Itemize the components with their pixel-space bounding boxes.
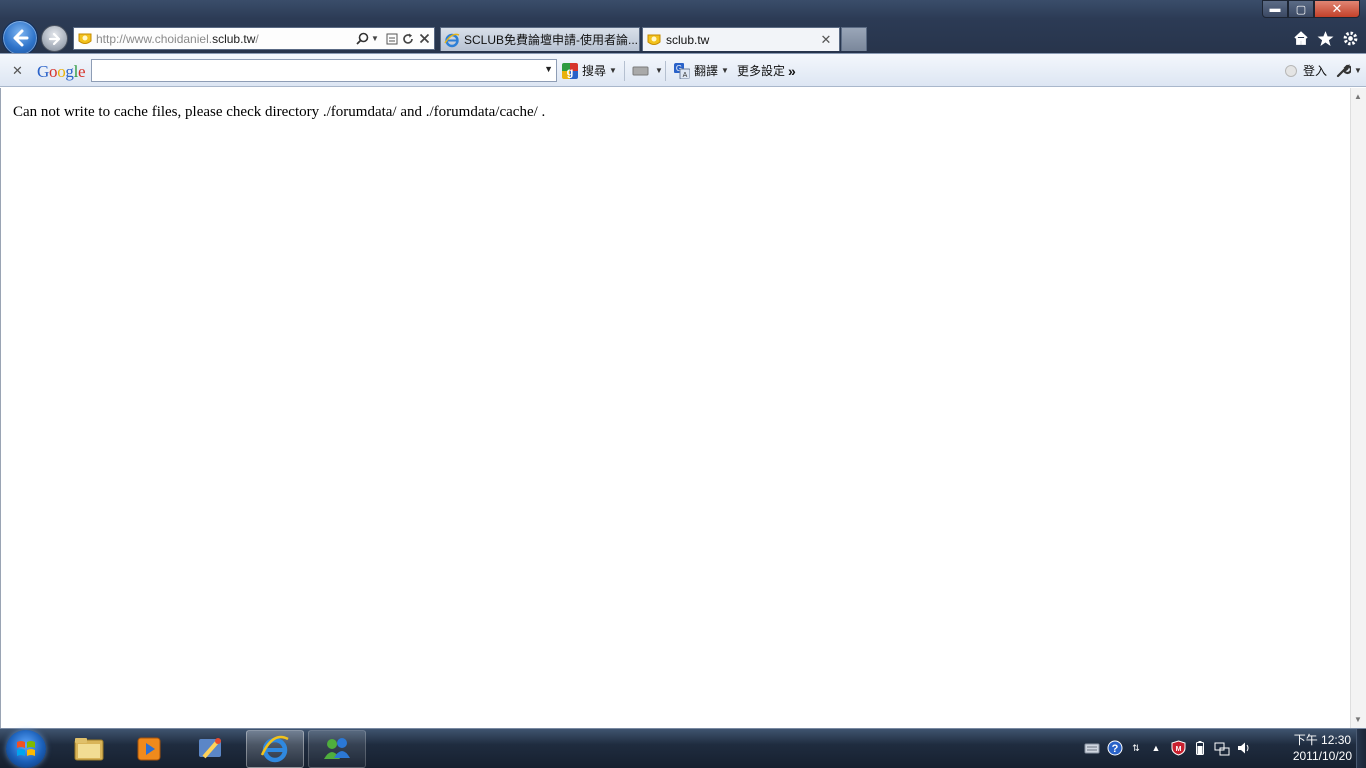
google-search-input[interactable]: ▼	[91, 59, 557, 82]
google-logo[interactable]: Google	[37, 54, 89, 87]
search-icon[interactable]	[354, 31, 370, 47]
arrow-right-icon	[48, 32, 60, 45]
minimize-button[interactable]: ▬	[1262, 0, 1288, 18]
translate-button[interactable]: G A 翻譯 ▼	[674, 54, 729, 87]
media-player-icon	[137, 737, 161, 761]
close-window-button[interactable]: ✕	[1314, 0, 1360, 18]
caret-down-icon: ▼	[609, 66, 617, 75]
taskbar-paint-app[interactable]	[182, 730, 240, 768]
ie-logo-icon	[260, 735, 289, 763]
address-url-suffix: /	[255, 31, 259, 46]
signin-button[interactable]: 登入	[1284, 54, 1327, 87]
tab-close-icon[interactable]: ✕	[819, 32, 833, 48]
more-settings-label: 更多設定	[737, 64, 786, 78]
google-search-icon: g	[562, 62, 578, 79]
more-settings-button[interactable]: 更多設定 »	[737, 54, 796, 87]
language-bar-icon[interactable]: ⇅	[1128, 740, 1144, 756]
search-button-label: 搜尋	[582, 64, 607, 78]
help-icon[interactable]: ?	[1107, 740, 1123, 756]
window-controls: ▬ ▢ ✕	[1262, 0, 1360, 18]
new-tab-button[interactable]	[841, 27, 867, 51]
antivirus-shield-icon[interactable]: M	[1170, 740, 1186, 756]
chevron-double-right-icon: »	[788, 62, 796, 79]
forward-button[interactable]	[41, 25, 68, 52]
battery-icon[interactable]	[1192, 740, 1208, 756]
start-button[interactable]	[6, 730, 46, 768]
svg-text:g: g	[567, 66, 574, 78]
scroll-up-icon[interactable]: ▲	[1354, 92, 1362, 101]
caret-down-icon: ▼	[1354, 66, 1362, 75]
system-tray: ? ⇅ ▲ M 下午 12:30 2011/10/20	[1080, 729, 1366, 768]
taskbar-media-player[interactable]	[120, 730, 178, 768]
taskbar-explorer[interactable]	[60, 730, 118, 768]
volume-icon[interactable]	[1236, 740, 1252, 756]
messenger-icon	[324, 738, 350, 759]
page-content: Can not write to cache files, please che…	[0, 88, 1350, 728]
google-toolbar: ✕ Google ▼ g 搜尋 ▼ ▼ G A 翻譯 ▼ 更多設定 » 登入 ▼	[0, 54, 1366, 87]
wrench-icon	[1336, 63, 1351, 77]
toolbar-close-icon[interactable]: ✕	[12, 54, 23, 87]
toolbar-divider	[624, 61, 625, 81]
google-logo-wordmark: Google	[37, 62, 86, 81]
folder-icon	[74, 738, 104, 761]
tab-title: sclub.tw	[666, 32, 710, 47]
caret-down-icon: ▼	[655, 66, 663, 75]
tab-title: SCLUB免費論壇申請-使用者論...	[464, 33, 639, 47]
show-hidden-icons-icon[interactable]: ▲	[1148, 740, 1164, 756]
home-icon[interactable]	[1292, 29, 1310, 47]
tools-gear-icon[interactable]	[1341, 29, 1359, 47]
maximize-button[interactable]: ▢	[1288, 0, 1314, 18]
show-desktop-button[interactable]	[1356, 729, 1366, 768]
clock[interactable]: 下午 12:30 2011/10/20	[1293, 732, 1352, 764]
browser-navbar: ▬ ▢ ✕ http://www.choidaniel.sclub.tw/ ▼	[0, 0, 1366, 56]
svg-text:M: M	[1175, 746, 1181, 753]
vertical-scrollbar[interactable]: ▲ ▼	[1350, 88, 1366, 728]
caret-down-icon: ▼	[721, 66, 729, 75]
address-url[interactable]: http://www.choidaniel.sclub.tw/	[96, 32, 354, 46]
tab-sclub-app[interactable]: SCLUB免費論壇申請-使用者論...	[440, 27, 640, 51]
tab-sclub-active[interactable]: sclub.tw ✕	[642, 27, 840, 51]
favorites-star-icon[interactable]	[1316, 29, 1334, 47]
dropdown-arrow-icon[interactable]: ▼	[370, 31, 380, 47]
ie-favicon-icon	[444, 33, 460, 47]
compatibility-view-icon[interactable]	[384, 31, 400, 47]
stop-icon[interactable]	[416, 31, 432, 47]
toolbar-divider	[665, 61, 666, 81]
windows-logo-icon	[17, 741, 35, 756]
address-bar[interactable]: http://www.choidaniel.sclub.tw/ ▼	[73, 27, 435, 50]
paint-brush-icon	[199, 738, 221, 759]
taskbar-internet-explorer[interactable]	[246, 730, 304, 768]
keyboard-icon[interactable]	[1084, 740, 1100, 756]
clock-date: 2011/10/20	[1292, 749, 1352, 763]
error-message: Can not write to cache files, please che…	[13, 104, 546, 120]
taskbar: ? ⇅ ▲ M 下午 12:30 2011/10/20	[0, 728, 1366, 768]
bookmarks-button[interactable]: ▼	[632, 54, 663, 87]
search-dropdown-icon[interactable]: ▼	[544, 64, 553, 74]
svg-text:?: ?	[1112, 743, 1119, 755]
clock-time: 下午 12:30	[1293, 733, 1352, 747]
svg-text:A: A	[683, 72, 688, 79]
translate-label: 翻譯	[694, 64, 719, 78]
address-url-prefix: http://www.choidaniel.	[96, 31, 213, 46]
site-favicon-icon	[647, 34, 661, 45]
back-button[interactable]	[2, 20, 38, 56]
refresh-icon[interactable]	[400, 31, 416, 47]
signin-label: 登入	[1303, 64, 1328, 78]
network-icon[interactable]	[1214, 740, 1230, 756]
svg-text:Google: Google	[37, 62, 85, 81]
arrow-left-icon	[13, 29, 29, 47]
scroll-down-icon[interactable]: ▼	[1354, 715, 1362, 724]
site-favicon-icon	[78, 33, 92, 44]
google-search-button[interactable]: g 搜尋 ▼	[562, 54, 617, 87]
toolbar-settings-button[interactable]: ▼	[1335, 54, 1362, 87]
address-url-domain: sclub.tw	[212, 31, 256, 46]
user-status-icon	[1285, 64, 1297, 77]
translate-icon: G A	[674, 62, 690, 79]
taskbar-messenger[interactable]	[308, 730, 366, 768]
bookmark-bar-icon	[632, 66, 649, 75]
